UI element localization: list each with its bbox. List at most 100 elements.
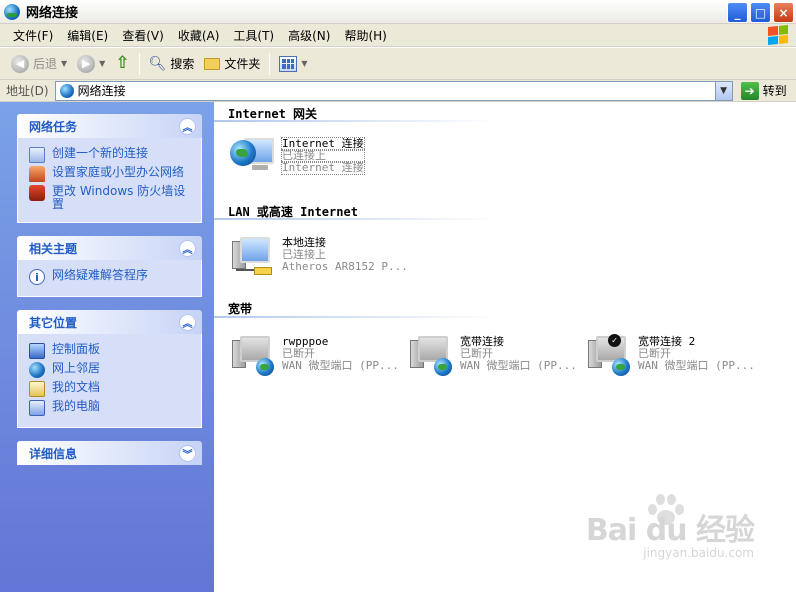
connection-broadband[interactable]: 宽带连接 已断开 WAN 微型端口 (PP... bbox=[408, 334, 577, 380]
task-create-connection[interactable]: 创建一个新的连接 bbox=[29, 147, 193, 163]
address-dropdown-icon[interactable]: ▼ bbox=[714, 81, 732, 100]
default-checkmark-icon: ✓ bbox=[608, 334, 621, 347]
network-tasks-header[interactable]: 网络任务 ︽ bbox=[17, 114, 202, 138]
group-divider bbox=[214, 218, 499, 220]
link-network-places[interactable]: 网上邻居 bbox=[29, 362, 193, 378]
task-label: 设置家庭或小型办公网络 bbox=[52, 165, 185, 179]
connection-info: 宽带连接 已断开 WAN 微型端口 (PP... bbox=[460, 336, 577, 380]
collapse-chevron-icon[interactable]: ︽ bbox=[179, 313, 196, 331]
watermark-main: Bai du 经验 bbox=[585, 513, 755, 548]
menu-edit[interactable]: 编辑(E) bbox=[60, 25, 115, 46]
back-dropdown-icon[interactable]: ▼ bbox=[61, 59, 67, 68]
menu-advanced[interactable]: 高级(N) bbox=[281, 25, 337, 46]
related-topics-body: i 网络疑难解答程序 bbox=[17, 260, 202, 297]
menu-bar: 文件(F) 编辑(E) 查看(V) 收藏(A) 工具(T) 高级(N) 帮助(H… bbox=[0, 24, 796, 47]
group-divider bbox=[214, 120, 499, 122]
menu-help[interactable]: 帮助(H) bbox=[337, 25, 393, 46]
back-label: 后退 bbox=[33, 57, 58, 71]
toolbar-separator bbox=[138, 52, 140, 75]
close-button[interactable]: × bbox=[773, 2, 794, 23]
menu-file[interactable]: 文件(F) bbox=[6, 25, 60, 46]
menu-tools[interactable]: 工具(T) bbox=[226, 25, 281, 46]
task-label: 创建一个新的连接 bbox=[52, 146, 149, 160]
task-label: 更改 Windows 防火墙设置 bbox=[52, 184, 186, 211]
panel-title: 详细信息 bbox=[29, 446, 78, 461]
other-places-body: 控制面板 网上邻居 我的文档 我的电脑 bbox=[17, 334, 202, 428]
lan-connection-icon bbox=[230, 235, 276, 281]
link-control-panel[interactable]: 控制面板 bbox=[29, 343, 193, 359]
connection-broadband-2[interactable]: ✓ 宽带连接 2 已断开 WAN 微型端口 (PP... bbox=[586, 334, 755, 380]
control-panel-icon bbox=[29, 343, 45, 359]
broadband-connection-icon bbox=[230, 334, 276, 380]
details-panel: 详细信息 ︾ bbox=[17, 441, 202, 465]
address-input[interactable]: 网络连接 ▼ bbox=[54, 80, 733, 101]
network-tasks-body: 创建一个新的连接 设置家庭或小型办公网络 更改 Windows 防火墙设置 bbox=[17, 138, 202, 223]
related-topics-panel: 相关主题 ︽ i 网络疑难解答程序 bbox=[17, 236, 202, 297]
go-button[interactable]: ➔ 转到 bbox=[740, 81, 787, 100]
forward-button[interactable]: ▶ ▼ bbox=[72, 53, 110, 75]
search-icon: 🔍︎ bbox=[148, 55, 167, 72]
group-title-broadband: 宽带 bbox=[228, 302, 253, 316]
views-icon bbox=[279, 55, 298, 72]
menu-favorites[interactable]: 收藏(A) bbox=[171, 25, 227, 46]
go-arrow-icon: ➔ bbox=[740, 81, 759, 100]
connection-info: 本地连接 已连接上 Atheros AR8152 P... bbox=[282, 237, 408, 281]
views-dropdown-icon[interactable]: ▼ bbox=[301, 59, 307, 68]
menu-view[interactable]: 查看(V) bbox=[115, 25, 171, 46]
up-arrow-icon: ⇧ bbox=[115, 53, 130, 73]
details-header[interactable]: 详细信息 ︾ bbox=[17, 441, 202, 465]
task-label: 网络疑难解答程序 bbox=[52, 268, 149, 282]
task-label: 控制面板 bbox=[52, 342, 101, 356]
maximize-button[interactable]: □ bbox=[750, 2, 771, 23]
connection-device: WAN 微型端口 (PP... bbox=[460, 359, 577, 372]
views-button[interactable]: ▼ bbox=[274, 54, 312, 74]
title-bar: 网络连接 _ □ × bbox=[0, 0, 796, 24]
firewall-icon bbox=[29, 185, 45, 201]
task-firewall-settings[interactable]: 更改 Windows 防火墙设置 bbox=[29, 185, 193, 211]
folders-label: 文件夹 bbox=[224, 57, 261, 71]
back-button[interactable]: ◀ 后退 ▼ bbox=[6, 53, 72, 75]
connection-info: rwpppoe 已断开 WAN 微型端口 (PP... bbox=[282, 336, 399, 380]
other-places-header[interactable]: 其它位置 ︽ bbox=[17, 310, 202, 334]
link-my-documents[interactable]: 我的文档 bbox=[29, 381, 193, 397]
connections-view: Internet 网关 Internet 连接 已连接上 Internet 连接… bbox=[214, 102, 796, 592]
network-connections-icon bbox=[59, 83, 74, 98]
collapse-chevron-icon[interactable]: ︽ bbox=[179, 117, 196, 135]
forward-dropdown-icon[interactable]: ▼ bbox=[99, 59, 105, 68]
info-icon: i bbox=[29, 269, 45, 285]
internet-gateway-icon bbox=[230, 136, 276, 182]
task-label: 我的文档 bbox=[52, 380, 101, 394]
windows-logo-icon bbox=[768, 24, 788, 46]
network-tasks-panel: 网络任务 ︽ 创建一个新的连接 设置家庭或小型办公网络 更改 Windows 防… bbox=[17, 114, 202, 223]
task-network-troubleshooter[interactable]: i 网络疑难解答程序 bbox=[29, 269, 193, 285]
collapse-chevron-icon[interactable]: ︽ bbox=[179, 239, 196, 257]
connection-local[interactable]: 本地连接 已连接上 Atheros AR8152 P... bbox=[230, 235, 408, 281]
window-title: 网络连接 bbox=[26, 6, 79, 21]
address-value: 网络连接 bbox=[77, 84, 126, 98]
task-home-network[interactable]: 设置家庭或小型办公网络 bbox=[29, 166, 193, 182]
connection-rwpppoe[interactable]: rwpppoe 已断开 WAN 微型端口 (PP... bbox=[230, 334, 399, 380]
folders-button[interactable]: 文件夹 bbox=[199, 53, 265, 74]
search-button[interactable]: 🔍︎ 搜索 bbox=[144, 53, 200, 74]
group-divider bbox=[214, 316, 499, 318]
expand-chevron-icon[interactable]: ︾ bbox=[179, 444, 196, 462]
back-arrow-icon: ◀ bbox=[11, 54, 29, 73]
up-folder-button[interactable]: ⇧ bbox=[110, 53, 134, 74]
broadband-connection-icon: ✓ bbox=[586, 334, 632, 380]
my-documents-icon bbox=[29, 381, 45, 397]
task-label: 我的电脑 bbox=[52, 399, 101, 413]
related-topics-header[interactable]: 相关主题 ︽ bbox=[17, 236, 202, 260]
connection-internet[interactable]: Internet 连接 已连接上 Internet 连接 bbox=[230, 136, 365, 182]
network-connections-icon bbox=[4, 3, 20, 20]
toolbar: ◀ 后退 ▼ ▶ ▼ ⇧ 🔍︎ 搜索 文件夹 ▼ bbox=[0, 48, 796, 80]
watermark: Bai du 经验 jingyan.baidu.com bbox=[585, 505, 755, 560]
link-my-computer[interactable]: 我的电脑 bbox=[29, 400, 193, 416]
connection-info: 宽带连接 2 已断开 WAN 微型端口 (PP... bbox=[638, 336, 755, 380]
minimize-button[interactable]: _ bbox=[727, 2, 748, 23]
panel-title: 网络任务 bbox=[29, 119, 78, 134]
other-places-panel: 其它位置 ︽ 控制面板 网上邻居 我的文档 我的电脑 bbox=[17, 310, 202, 428]
connection-device: Atheros AR8152 P... bbox=[282, 260, 408, 273]
broadband-connection-icon bbox=[408, 334, 454, 380]
new-connection-icon bbox=[29, 147, 45, 163]
panel-title: 相关主题 bbox=[29, 241, 78, 256]
